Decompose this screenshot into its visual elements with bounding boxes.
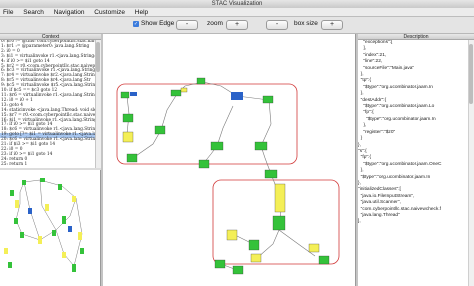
- minimap-nodes: [4, 178, 84, 272]
- context-scroll-thumb[interactable]: [96, 42, 100, 72]
- zoom-in-button[interactable]: +: [226, 20, 248, 30]
- show-edge-checkbox[interactable]: ✓: [133, 21, 139, 27]
- box-size-increase-button[interactable]: +: [321, 20, 343, 30]
- window-titlebar: STAC Visualization: [0, 0, 474, 8]
- menu-bar: File Search Navigation Customize Help: [0, 8, 474, 17]
- right-splitter[interactable]: [356, 34, 358, 286]
- menu-customize[interactable]: Customize: [94, 9, 125, 16]
- box-size-label: box size: [294, 20, 318, 27]
- toolbar: ✓ Show Edge - zoom + - box size +: [0, 17, 474, 34]
- graph-edges: [126, 81, 316, 271]
- context-code-list[interactable]: 0: $r0 := @this: com.cyberpointllc.stac.…: [0, 40, 101, 168]
- control-flow-graph[interactable]: [103, 34, 356, 286]
- context-line[interactable]: 25: return 1: [0, 162, 100, 168]
- show-edge-label: Show Edge: [141, 20, 175, 27]
- minimap-graph: [4, 178, 84, 272]
- menu-file[interactable]: File: [3, 9, 13, 16]
- menu-navigation[interactable]: Navigation: [54, 9, 85, 16]
- zoom-label: zoom: [207, 20, 223, 27]
- menu-help[interactable]: Help: [135, 9, 148, 16]
- left-splitter[interactable]: [101, 34, 103, 286]
- description-line: ],: [358, 219, 361, 225]
- graph-nodes[interactable]: [120, 77, 330, 275]
- zoom-out-button[interactable]: -: [176, 20, 198, 30]
- description-scroll-thumb[interactable]: [469, 44, 473, 104]
- minimap[interactable]: [0, 170, 101, 286]
- box-size-decrease-button[interactable]: -: [266, 20, 288, 30]
- description-text[interactable]: "exceptions":[ ], "index":21, "line":22,…: [358, 40, 474, 286]
- menu-search[interactable]: Search: [23, 9, 44, 16]
- window-title: STAC Visualization: [211, 1, 263, 7]
- graph-canvas[interactable]: [103, 34, 356, 286]
